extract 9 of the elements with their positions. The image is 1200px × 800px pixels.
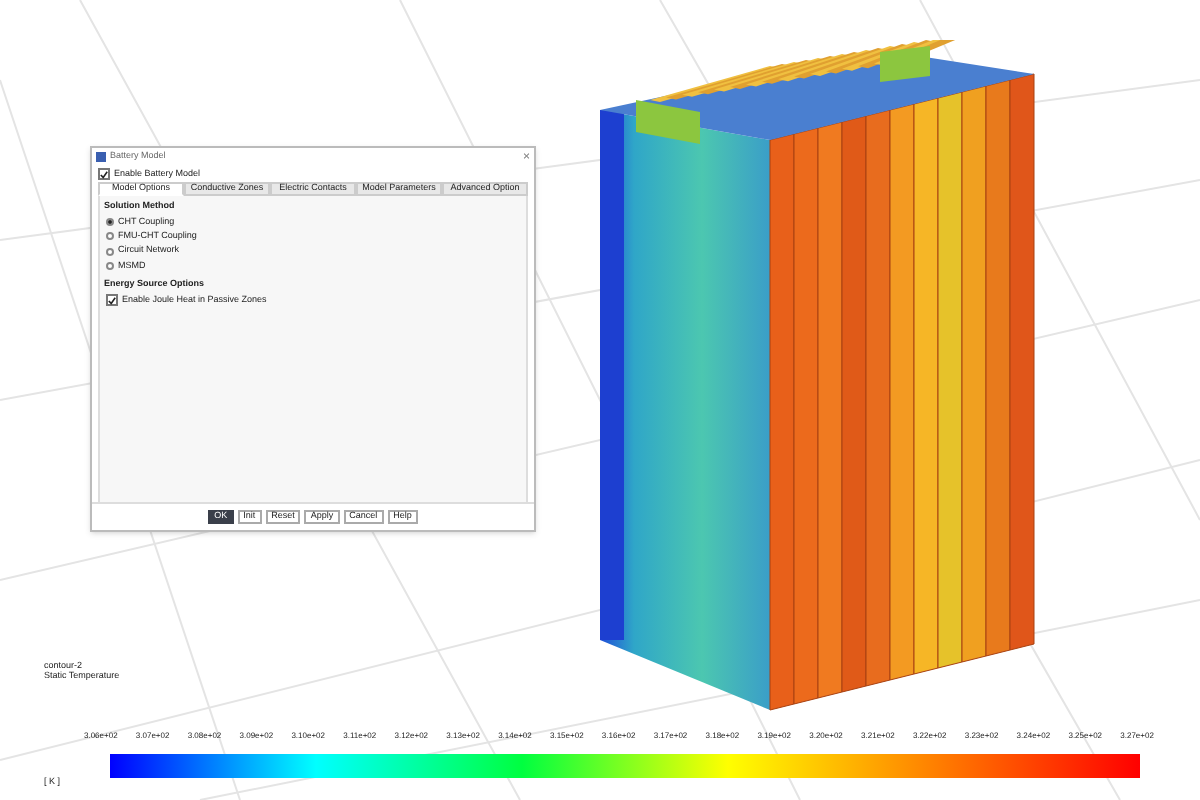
checkbox[interactable] [106,294,118,307]
checkbox[interactable] [98,168,110,180]
radio-button[interactable] [106,232,114,241]
app-icon [96,152,106,162]
radio-button[interactable] [106,261,114,270]
checkmark-icon [100,169,108,179]
checkmark-icon [108,295,116,306]
radio-button[interactable] [106,247,114,256]
radio-button[interactable] [106,218,114,227]
